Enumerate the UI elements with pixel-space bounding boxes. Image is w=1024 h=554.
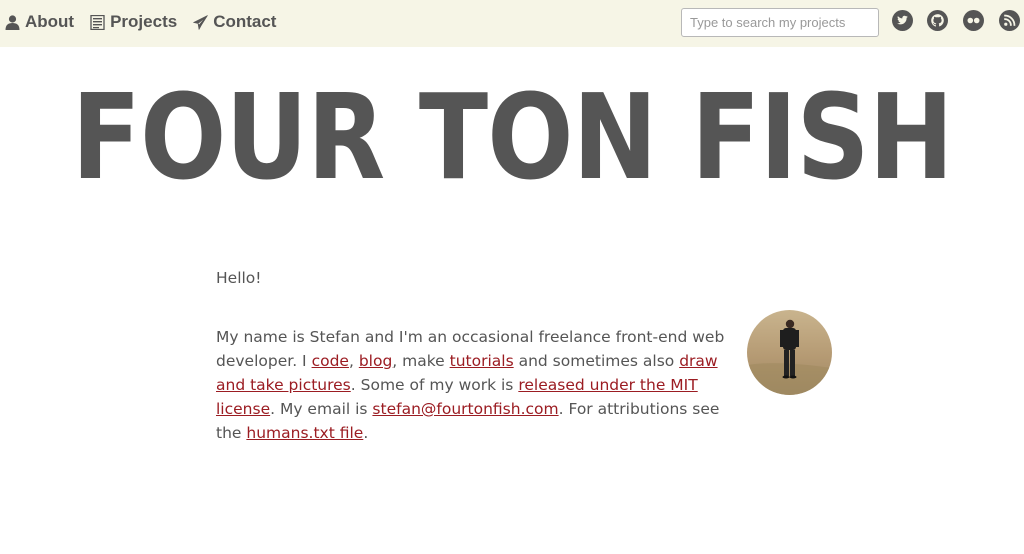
bio-text: ,	[348, 352, 359, 370]
bio-text: .	[363, 424, 369, 442]
greeting: Hello!	[216, 269, 262, 287]
github-link[interactable]	[927, 10, 948, 31]
top-navigation-bar: About Projects Contact	[0, 0, 1024, 47]
tutorials-link[interactable]: tutorials	[450, 352, 514, 370]
bio-text: . My email is	[270, 400, 373, 418]
flickr-link[interactable]	[963, 10, 984, 31]
github-icon	[931, 14, 944, 27]
site-title: FOUR TON FISH	[71, 68, 954, 206]
nav-about-label: About	[25, 12, 75, 31]
blog-link[interactable]: blog	[359, 352, 392, 370]
nav-projects-label: Projects	[110, 12, 178, 31]
nav-projects-link[interactable]: Projects	[90, 12, 177, 32]
search-input[interactable]	[681, 8, 879, 37]
paper-plane-icon	[193, 14, 208, 30]
list-icon	[90, 14, 105, 30]
nav-contact-label: Contact	[213, 12, 277, 31]
rss-icon	[1004, 14, 1016, 26]
flickr-icon	[967, 17, 980, 24]
rss-link[interactable]	[999, 10, 1020, 31]
twitter-link[interactable]	[892, 10, 913, 31]
bio-paragraph: My name is Stefan and I'm an occasional …	[216, 325, 746, 445]
email-link[interactable]: stefan@fourtonfish.com	[372, 400, 558, 418]
twitter-icon	[897, 15, 908, 25]
nav-about-link[interactable]: About	[5, 12, 74, 32]
main-content: Hello! My name is Stefan and I'm an occa…	[216, 266, 756, 445]
user-icon	[5, 14, 20, 30]
avatar	[747, 310, 832, 395]
bio-text: , make	[392, 352, 450, 370]
humans-txt-link[interactable]: humans.txt file	[246, 424, 363, 442]
bio-text: and sometimes also	[513, 352, 680, 370]
bio-text: . Some of my work is	[350, 376, 519, 394]
code-link[interactable]: code	[312, 352, 349, 370]
nav-contact-link[interactable]: Contact	[193, 12, 276, 32]
main-nav: About Projects Contact	[5, 0, 292, 44]
